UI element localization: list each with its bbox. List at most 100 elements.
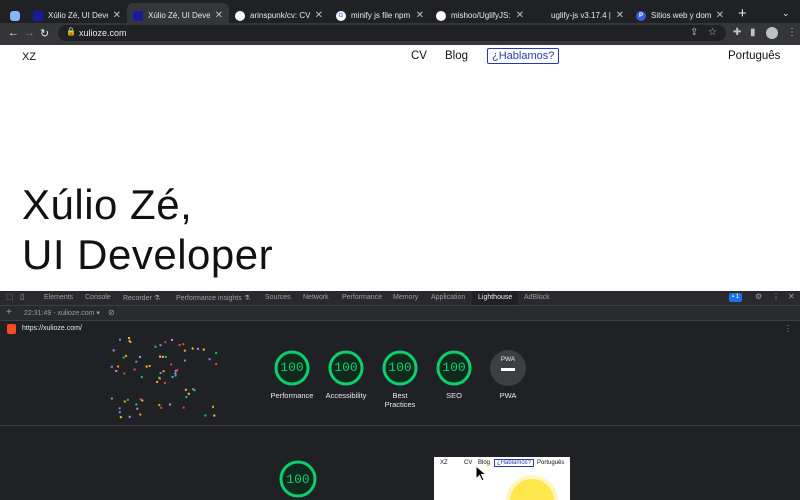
pwa-gauge[interactable] (489, 349, 527, 387)
website-viewport: XZ CV Blog ¿Hablamos? Português Xúlio Zé… (0, 45, 800, 291)
confetti-piece (158, 376, 161, 379)
report-selector[interactable]: 22:31:49 - xulioze.com ▾ (24, 309, 100, 317)
profile-avatar[interactable] (766, 27, 778, 39)
devtools-tab-network[interactable]: Network (303, 294, 329, 301)
report-url[interactable]: https://xulioze.com/ (22, 325, 82, 332)
new-report-plus-icon[interactable]: + (6, 307, 12, 318)
performance-score: 100 (280, 360, 304, 375)
seo-score: 100 (442, 360, 466, 375)
nav-contact-button[interactable]: ¿Hablamos? (487, 48, 560, 64)
lock-icon[interactable]: 🔒 (66, 27, 76, 36)
thumb-nav-lang: Português (537, 460, 565, 466)
confetti-piece (133, 368, 136, 371)
seo-label: SEO (446, 391, 462, 400)
confetti-piece (148, 365, 151, 367)
thumb-logo: XZ (440, 460, 448, 466)
confetti-piece (122, 356, 125, 359)
confetti-piece (184, 388, 187, 391)
pwa-label: PWA (499, 391, 517, 400)
confetti-piece (197, 347, 199, 350)
language-switch[interactable]: Português (728, 50, 780, 62)
lighthouse-logo-icon (7, 324, 16, 334)
report-menu-icon[interactable]: ⋮ (784, 324, 792, 333)
devtools-tab-recorder[interactable]: Recorder ⚗ (123, 294, 160, 302)
close-icon[interactable]: ✕ (113, 10, 121, 21)
inspect-element-icon[interactable]: ⬚ (6, 292, 14, 301)
confetti-piece (213, 414, 216, 417)
confetti-piece (154, 345, 157, 348)
site-logo[interactable]: XZ (22, 51, 36, 63)
settings-gear-icon[interactable]: ⚙ (755, 292, 762, 301)
confetti-piece (171, 338, 173, 341)
close-icon[interactable]: ✕ (616, 10, 624, 21)
address-text[interactable]: xulioze.com (79, 28, 127, 38)
confetti-piece (128, 337, 131, 340)
performance-label: Performance (270, 391, 314, 400)
confetti-piece (212, 405, 214, 408)
clear-reports-icon[interactable]: ⊘ (108, 308, 115, 317)
issues-badge[interactable]: ▪ 1 (729, 293, 743, 302)
close-devtools-icon[interactable]: ✕ (788, 292, 795, 301)
reload-icon[interactable]: ↻ (40, 27, 49, 40)
mouse-cursor-icon (475, 465, 487, 482)
devtools-tab-lighthouse[interactable]: Lighthouse (472, 291, 519, 305)
confetti-piece (135, 403, 138, 406)
confetti-piece (178, 343, 181, 346)
new-tab-button[interactable]: + (738, 5, 747, 22)
site-favicon (133, 10, 143, 21)
forward-icon[interactable]: → (24, 27, 35, 39)
tab-title: mishoo/UglifyJS: JavaS... (451, 11, 511, 20)
confetti-piece (159, 372, 162, 375)
confetti-piece (126, 398, 129, 401)
nav-cv[interactable]: CV (411, 50, 427, 62)
bookmark-star-icon[interactable]: ☆ (708, 27, 717, 38)
confetti-piece (118, 411, 121, 414)
final-screenshot-thumbnail[interactable]: XZ CV Blog ¿Hablamos? Português (434, 457, 570, 500)
devtools-tab-performance[interactable]: Performance (342, 294, 382, 301)
confetti-piece (160, 406, 163, 409)
confetti-piece (140, 376, 143, 379)
side-panel-icon[interactable]: ▮ (750, 27, 756, 38)
confetti-piece (139, 355, 141, 358)
lighthouse-url-bar (0, 321, 800, 338)
devtools-tab-application[interactable]: Application (431, 294, 465, 301)
confetti-piece (118, 407, 121, 410)
close-icon[interactable]: ✕ (716, 10, 724, 21)
confetti-piece (119, 338, 121, 341)
devtools-tab-elements[interactable]: Elements (44, 294, 73, 301)
tab-title: Sitios web y dominios (651, 11, 711, 20)
tab-title: Xúlio Zé, UI Developer (148, 11, 210, 20)
menu-icon[interactable]: ⋮ (787, 27, 797, 38)
devtools-tab-adblock[interactable]: AdBlock (524, 294, 550, 301)
back-icon[interactable]: ← (8, 27, 19, 39)
confetti-piece (117, 365, 120, 368)
confetti-piece (192, 388, 195, 391)
devtools-tab-console[interactable]: Console (85, 294, 111, 301)
tab-search-icon[interactable]: ⌄ (782, 8, 790, 19)
nav-blog[interactable]: Blog (445, 50, 468, 62)
confetti-piece (136, 407, 139, 410)
confetti-piece (183, 359, 186, 362)
close-icon[interactable]: ✕ (215, 10, 223, 21)
thumb-sun-illustration (510, 479, 554, 500)
devtools-tab-performance-insights[interactable]: Performance insights ⚗ (176, 294, 250, 302)
devtools-tab-memory[interactable]: Memory (393, 294, 418, 301)
confetti-piece (139, 413, 142, 416)
hero-title-line-2: UI Developer (22, 231, 274, 278)
extensions-icon[interactable]: ✚ (733, 27, 741, 38)
confetti-piece (112, 349, 115, 352)
devtools-tab-sources[interactable]: Sources (265, 294, 291, 301)
more-options-icon[interactable]: ⋮ (772, 292, 780, 301)
close-icon[interactable]: ✕ (315, 10, 323, 21)
thumb-nav-cv: CV (464, 460, 473, 466)
confetti-piece (169, 403, 172, 406)
confetti-piece (139, 398, 142, 401)
p-icon: P (636, 10, 646, 21)
device-toolbar-icon[interactable]: ▯ (20, 292, 24, 301)
confetti-piece (174, 372, 177, 375)
close-icon[interactable]: ✕ (416, 10, 424, 21)
address-bar[interactable] (58, 25, 726, 41)
close-icon[interactable]: ✕ (516, 10, 524, 21)
confetti-piece (215, 363, 218, 365)
share-icon[interactable]: ⇪ (690, 27, 698, 38)
